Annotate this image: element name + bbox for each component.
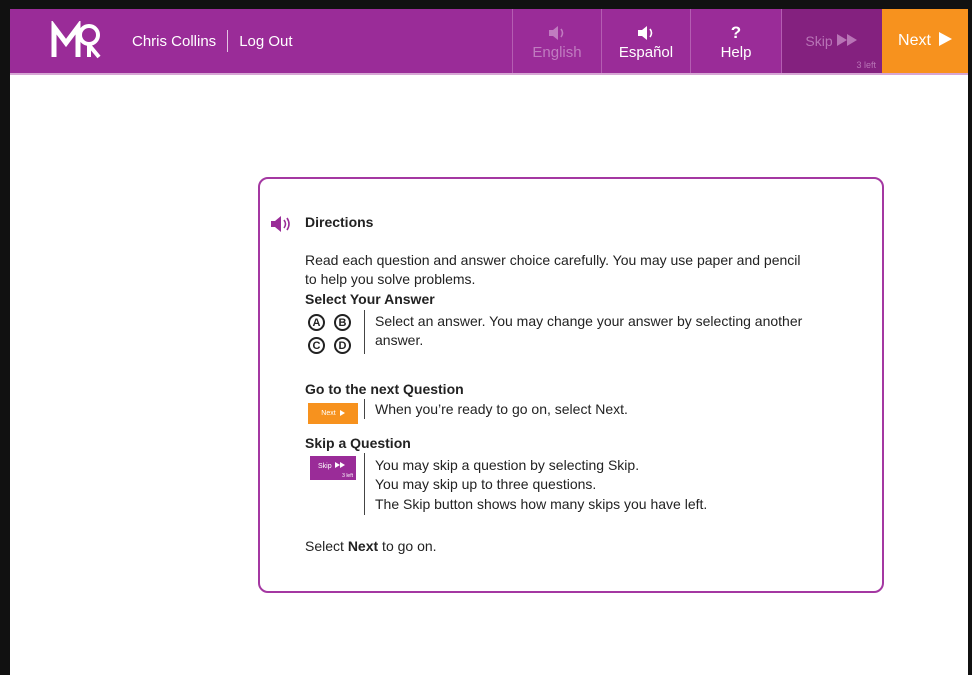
footer-suffix: to go on. (378, 538, 437, 554)
footer-instruction: Select Next to go on. (305, 537, 437, 556)
speaker-icon (548, 22, 566, 44)
mr-logo-icon (50, 19, 104, 61)
divider-line (364, 310, 365, 354)
divider-line (364, 399, 365, 419)
skip-button[interactable]: Skip 3 left (782, 9, 882, 73)
next-question-heading: Go to the next Question (305, 381, 464, 397)
divider-line (364, 453, 365, 515)
skip-button-example: Skip 3 left (310, 456, 356, 480)
skip-text-line2: You may skip up to three questions. (375, 476, 597, 492)
footer-next-word: Next (347, 538, 379, 554)
espanol-label: Español (618, 43, 674, 61)
choice-b-icon: B (334, 314, 351, 331)
select-answer-text-line1: Select an answer. You may change your an… (375, 313, 803, 329)
mini-skip-count: 3 left (342, 473, 353, 479)
footer-prefix: Select (305, 538, 348, 554)
english-label: English (532, 43, 582, 61)
user-name: Chris Collins (132, 32, 217, 50)
play-arrow-icon (339, 409, 345, 418)
choice-a-icon: A (308, 314, 325, 331)
user-area: Chris Collins Log Out (132, 9, 293, 73)
skip-question-heading: Skip a Question (305, 435, 411, 451)
next-button-example: Next (308, 403, 358, 424)
logout-link[interactable]: Log Out (239, 33, 292, 50)
mini-skip-label: Skip (318, 462, 332, 470)
skip-text-line1: You may skip a question by selecting Ski… (375, 457, 640, 473)
question-mark-icon: ? (730, 22, 742, 42)
intro-text-line2: to help you solve problems. (305, 271, 476, 287)
intro-text-line1: Read each question and answer choice car… (305, 252, 801, 268)
directions-panel: Directions Read each question and answer… (258, 177, 884, 593)
next-label: Next (898, 32, 931, 49)
skip-count: 3 left (856, 60, 876, 70)
fast-forward-icon (334, 462, 345, 470)
help-label: Help (720, 43, 752, 61)
select-answer-text-line2: answer. (375, 332, 424, 348)
play-arrow-icon (938, 31, 952, 51)
next-button[interactable]: Next (882, 9, 968, 73)
top-bar-underline (10, 73, 968, 75)
fast-forward-icon (836, 33, 859, 49)
choice-c-icon: C (308, 337, 325, 354)
read-aloud-speaker-icon[interactable] (270, 215, 292, 233)
top-bar: Chris Collins Log Out English Español ? … (10, 9, 968, 73)
directions-title: Directions (305, 214, 374, 230)
help-button[interactable]: ? Help (691, 9, 781, 73)
speaker-icon (637, 22, 655, 44)
mini-next-label: Next (321, 410, 336, 417)
select-answer-heading: Select Your Answer (305, 291, 435, 307)
skip-text-line3: The Skip button shows how many skips you… (375, 496, 708, 512)
choice-d-icon: D (334, 337, 351, 354)
espanol-audio-button[interactable]: Español (602, 9, 690, 73)
skip-label: Skip (805, 33, 833, 49)
english-audio-button[interactable]: English (513, 9, 601, 73)
next-question-text: When you’re ready to go on, select Next. (375, 401, 628, 417)
user-separator (227, 30, 229, 52)
